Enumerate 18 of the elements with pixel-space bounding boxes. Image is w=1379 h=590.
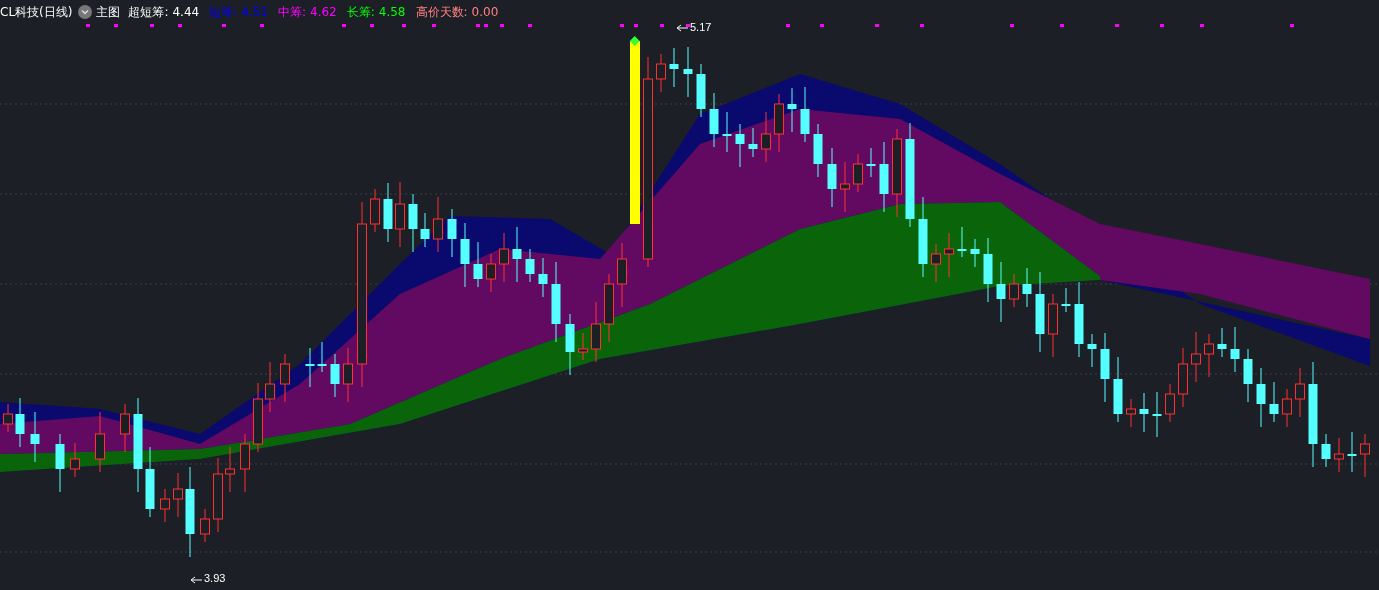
- arrow-icon: [190, 576, 203, 584]
- indicator-value: 0.00: [471, 5, 499, 19]
- indicator-value: 4.44: [172, 5, 200, 19]
- indicator-label: 长筹:: [346, 3, 375, 21]
- dropdown-icon[interactable]: [78, 5, 93, 19]
- price-annotation: 3.93: [204, 572, 226, 584]
- indicator-label: 中筹:: [277, 3, 306, 21]
- price-annotation: 5.17: [690, 21, 712, 33]
- indicator-label: 超短筹:: [128, 3, 169, 21]
- indicator-value: 4.62: [310, 5, 337, 19]
- chart-title: CL科技(日线): [0, 3, 73, 21]
- indicator-value: 4.51: [241, 5, 268, 19]
- indicator-label: 短筹:: [209, 3, 238, 21]
- signal-diamond: [629, 36, 640, 46]
- arrow-icon: [676, 24, 689, 32]
- indicator-label: 高价天数:: [415, 3, 468, 21]
- indicator-value: 4.58: [378, 5, 406, 19]
- main-chart-label: 主图: [96, 3, 121, 21]
